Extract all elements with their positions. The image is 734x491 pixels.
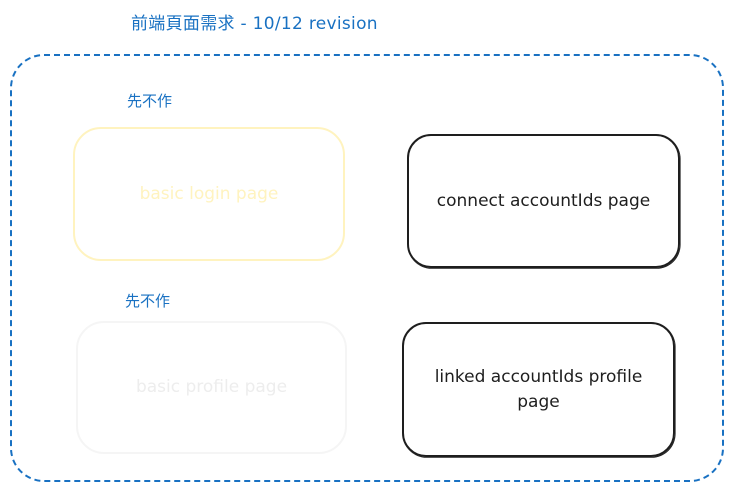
basic-profile-page-box[interactable]: basic profile page: [76, 321, 347, 454]
diagram-canvas: 前端頁面需求 - 10/12 revision 先不作 先不作 basic lo…: [0, 0, 734, 491]
linked-accountids-profile-page-box[interactable]: linked accountIds profile page: [402, 322, 675, 457]
linked-accountids-profile-page-label: linked accountIds profile page: [434, 366, 643, 412]
basic-profile-page-label: basic profile page: [135, 377, 288, 398]
postpone-note-profile: 先不作: [125, 292, 171, 310]
diagram-title: 前端頁面需求 - 10/12 revision: [131, 14, 378, 34]
basic-login-page-label: basic login page: [139, 183, 279, 204]
connect-accountids-page-box[interactable]: connect accountIds page: [407, 134, 680, 268]
connect-accountids-page-label: connect accountIds page: [436, 190, 651, 211]
basic-login-page-box[interactable]: basic login page: [73, 127, 345, 261]
postpone-note-login: 先不作: [127, 92, 173, 110]
